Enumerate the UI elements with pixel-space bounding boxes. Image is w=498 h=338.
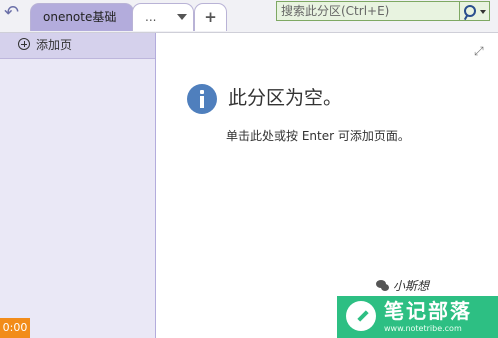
pen-logo-icon <box>346 301 376 331</box>
more-label: ... <box>145 10 157 24</box>
tab-onenote-basics[interactable]: onenote基础 <box>30 3 134 31</box>
empty-section-instruction[interactable]: 单击此处或按 Enter 可添加页面。 <box>226 128 410 144</box>
add-section-label: + <box>204 8 217 26</box>
back-arrow-icon[interactable]: ↶ <box>4 2 20 24</box>
tab-more[interactable]: ... <box>132 3 194 31</box>
info-icon <box>187 84 217 114</box>
search-button[interactable] <box>460 1 490 21</box>
plus-circle-icon <box>18 38 30 50</box>
notebook-toolbar: ↶ onenote基础 ... + 搜索此分区(Ctrl+E) <box>0 0 498 33</box>
site-name: 笔记部落 <box>384 299 472 323</box>
search-input[interactable]: 搜索此分区(Ctrl+E) <box>276 1 460 21</box>
empty-section-title: 此分区为空。 <box>228 87 343 109</box>
add-page-button[interactable]: 添加页 <box>0 33 155 59</box>
search-placeholder: 搜索此分区(Ctrl+E) <box>281 4 390 18</box>
watermark-author: 小斯想 <box>393 279 430 293</box>
expand-icon[interactable]: ⤢ <box>474 45 485 57</box>
timer-badge: 0:00 <box>0 318 30 338</box>
site-watermark: 笔记部落 www.notetribe.com <box>337 296 498 338</box>
chevron-down-icon <box>177 14 187 20</box>
search-icon-handle <box>463 14 469 21</box>
chevron-down-icon <box>480 10 486 14</box>
site-url: www.notetribe.com <box>384 324 462 333</box>
add-section-tab[interactable]: + <box>194 3 227 31</box>
page-list-sidebar: 添加页 <box>0 33 156 338</box>
wechat-icon <box>376 280 390 292</box>
add-page-label: 添加页 <box>36 38 73 52</box>
tab-label: onenote基础 <box>43 10 117 24</box>
